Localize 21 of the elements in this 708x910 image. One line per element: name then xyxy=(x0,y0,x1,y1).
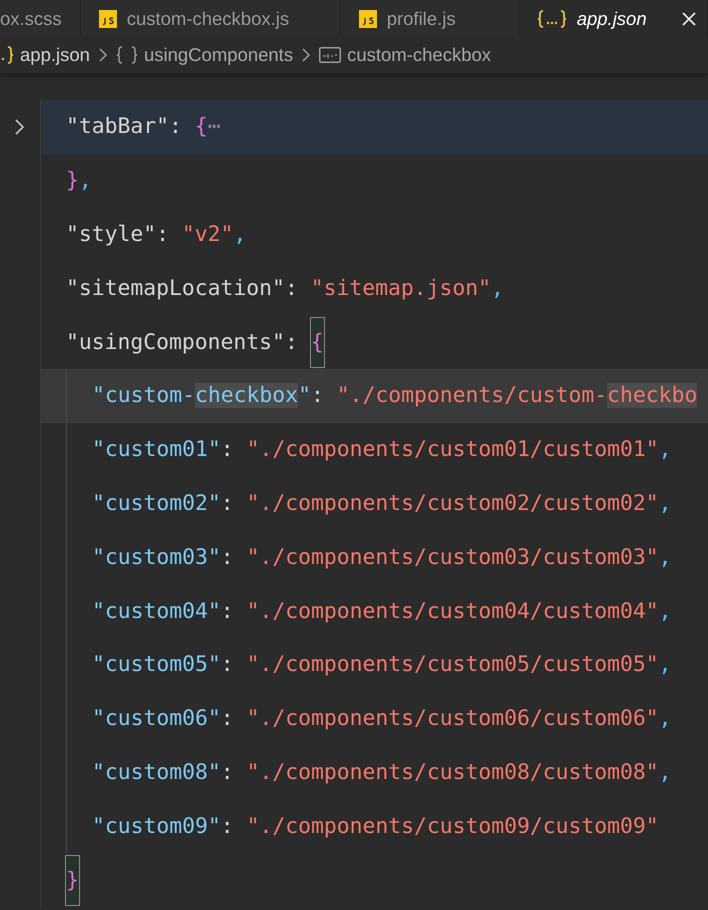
chevron-icon xyxy=(98,47,108,63)
braces-icon xyxy=(116,45,138,65)
text-field-icon xyxy=(319,47,342,63)
code-line: } xyxy=(41,853,708,907)
chevron-icon xyxy=(301,47,312,63)
braces-file-icon xyxy=(0,45,14,65)
editor-tab[interactable]: profile.js xyxy=(340,0,519,37)
code-line: "style": "v2", xyxy=(65,220,248,249)
breadcrumb-item[interactable]: custom-checkbox xyxy=(319,44,492,66)
braces-file-icon xyxy=(536,8,567,28)
code-line: }, xyxy=(65,167,93,196)
editor-tab[interactable]: app.json xyxy=(518,0,708,37)
code-line: "usingComponents": { xyxy=(41,315,708,369)
editor-tab[interactable]: ox.scss xyxy=(0,0,81,37)
breadcrumb-item[interactable]: usingComponents xyxy=(116,44,294,66)
js-file-icon xyxy=(358,10,377,28)
code-line: "sitemapLocation": "sitemap.json", xyxy=(65,274,505,303)
breadcrumb-item[interactable]: app.json xyxy=(0,44,90,66)
chevron-icon[interactable] xyxy=(14,118,26,136)
js-file-icon xyxy=(98,10,117,28)
editor-tab[interactable]: custom-checkbox.js xyxy=(80,0,341,37)
